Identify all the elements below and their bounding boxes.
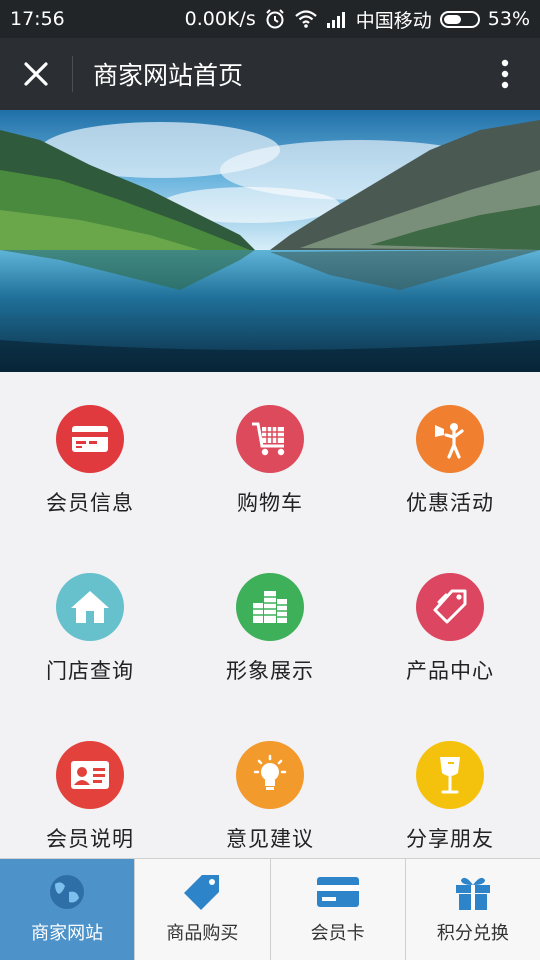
title-bar: 商家网站首页: [0, 38, 540, 110]
tab-member-card[interactable]: 会员卡: [271, 859, 406, 960]
menu-item-label: 意见建议: [226, 827, 314, 851]
page-title: 商家网站首页: [93, 61, 244, 90]
more-button[interactable]: [470, 38, 540, 110]
bottom-tab-bar: 商家网站 商品购买 会员卡 积分兑换: [0, 858, 540, 960]
menu-item-member-info[interactable]: 会员信息: [0, 372, 180, 540]
lightbulb-icon: [236, 741, 304, 809]
menu-item-product-center[interactable]: 产品中心: [360, 540, 540, 708]
menu-grid: 会员信息 购物车 优惠活动 门店查询 形象展示 产品中心 会员说明 意见建议 分…: [0, 372, 540, 858]
signal-icon: [326, 10, 348, 28]
menu-item-feedback[interactable]: 意见建议: [180, 708, 360, 876]
menu-item-shopping-cart[interactable]: 购物车: [180, 372, 360, 540]
building-icon: [236, 573, 304, 641]
menu-item-promotions[interactable]: 优惠活动: [360, 372, 540, 540]
battery-percent: 53%: [487, 8, 530, 30]
tab-points-exchange[interactable]: 积分兑换: [406, 859, 540, 960]
close-icon: [24, 62, 48, 86]
credit-card-icon: [316, 871, 360, 913]
tab-label: 会员卡: [310, 923, 365, 944]
banner-image[interactable]: [0, 110, 540, 372]
tab-label: 积分兑换: [436, 923, 509, 944]
id-card-icon: [56, 741, 124, 809]
house-icon: [56, 573, 124, 641]
menu-item-store-search[interactable]: 门店查询: [0, 540, 180, 708]
network-speed: 0.00K/s: [184, 8, 256, 30]
battery-fill: [443, 14, 461, 24]
menu-item-label: 产品中心: [406, 659, 494, 683]
glass-icon: [416, 741, 484, 809]
globe-icon: [47, 871, 87, 913]
menu-item-label: 分享朋友: [406, 827, 494, 851]
tab-label: 商家网站: [31, 923, 104, 944]
menu-item-label: 会员说明: [46, 827, 134, 851]
close-button[interactable]: [0, 38, 72, 110]
status-right: 0.00K/s 中国移动 53%: [185, 6, 530, 33]
megaphone-person-icon: [416, 405, 484, 473]
menu-item-image-display[interactable]: 形象展示: [180, 540, 360, 708]
menu-item-label: 优惠活动: [406, 491, 494, 515]
menu-item-member-notes[interactable]: 会员说明: [0, 708, 180, 876]
tab-label: 商品购买: [166, 923, 239, 944]
menu-item-label: 购物车: [237, 491, 303, 515]
menu-item-share-friends[interactable]: 分享朋友: [360, 708, 540, 876]
battery-icon: [439, 10, 480, 28]
tags-icon: [416, 573, 484, 641]
alarm-icon: [264, 8, 286, 30]
tab-buy-products[interactable]: 商品购买: [135, 859, 271, 960]
menu-item-label: 门店查询: [46, 659, 134, 683]
card-icon: [56, 405, 124, 473]
carrier-name: 中国移动: [355, 9, 432, 32]
landscape-image: [0, 110, 540, 372]
tag-icon: [182, 871, 222, 913]
status-time: 17:56: [10, 8, 65, 30]
tab-merchant-site[interactable]: 商家网站: [0, 859, 136, 960]
more-vertical-icon: [501, 59, 509, 89]
cart-icon: [236, 405, 304, 473]
status-bar: 17:56 0.00K/s 中国移动 53%: [0, 0, 540, 38]
gift-icon: [453, 871, 493, 913]
menu-item-label: 形象展示: [226, 659, 314, 683]
wifi-icon: [294, 9, 318, 29]
menu-item-label: 会员信息: [46, 491, 134, 515]
